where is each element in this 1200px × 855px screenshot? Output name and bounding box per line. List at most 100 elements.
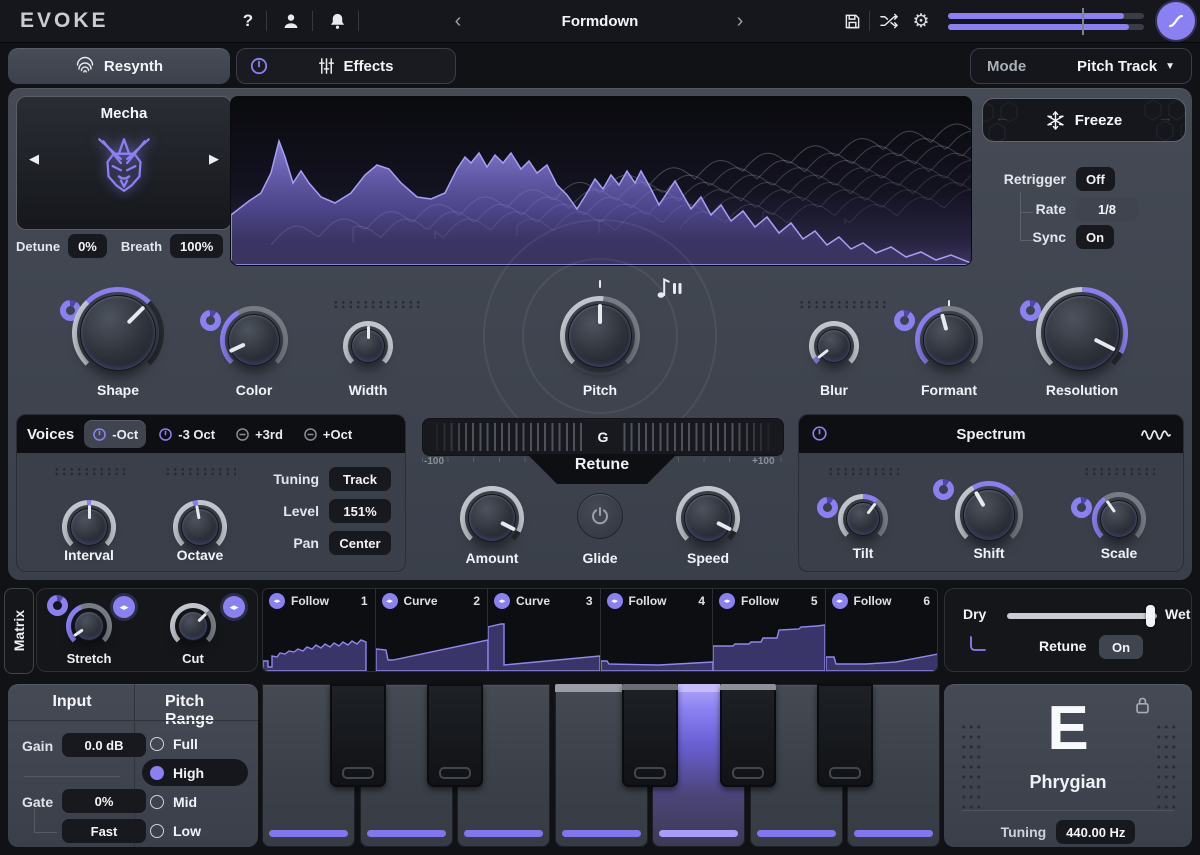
- voice-tab-plus-oct[interactable]: +Oct: [295, 420, 360, 448]
- key-indicator: [269, 830, 348, 837]
- pan-label: Pan: [293, 535, 319, 551]
- matrix-tab[interactable]: Matrix: [4, 588, 34, 674]
- help-button[interactable]: ?: [238, 0, 258, 42]
- level-value[interactable]: 151%: [329, 499, 391, 523]
- mod-slot-6[interactable]: ◂▸Follow6: [826, 589, 938, 671]
- stretch-mod-indicator[interactable]: [47, 595, 68, 616]
- key-C-sharp[interactable]: [330, 684, 386, 787]
- meter-marker: [1082, 8, 1084, 35]
- preset-prev-arrow[interactable]: ◀: [29, 151, 39, 167]
- tilt-knob[interactable]: [838, 494, 888, 544]
- preset-name[interactable]: Formdown: [500, 0, 700, 42]
- bipolar-arrows-icon[interactable]: ◂▸: [607, 593, 623, 609]
- preset-next-button[interactable]: ›: [730, 0, 750, 42]
- soft-clip-button[interactable]: [1157, 2, 1195, 40]
- save-icon[interactable]: [840, 0, 864, 42]
- detune-value[interactable]: 0%: [68, 234, 107, 258]
- slot-graph: [488, 613, 600, 671]
- settings-gear-icon[interactable]: ⚙: [908, 0, 934, 42]
- scale-name[interactable]: Phrygian: [944, 772, 1192, 793]
- voice-tab-plus-3rd[interactable]: +3rd: [227, 420, 291, 448]
- amount-knob[interactable]: [460, 486, 524, 550]
- tab-resynth[interactable]: Resynth: [8, 48, 230, 84]
- bipolar-arrows-icon[interactable]: ◂▸: [832, 593, 848, 609]
- pan-value[interactable]: Center: [329, 531, 391, 555]
- tab-effects[interactable]: Effects: [236, 48, 456, 84]
- bell-icon[interactable]: [324, 0, 350, 42]
- output-level-meter[interactable]: [948, 13, 1144, 30]
- preset-next-arrow[interactable]: ▶: [209, 151, 219, 167]
- gate-value[interactable]: 0%: [62, 789, 146, 813]
- key-G-sharp[interactable]: [720, 684, 776, 787]
- breath-value[interactable]: 100%: [170, 234, 223, 258]
- resolution-label: Resolution: [1046, 382, 1118, 398]
- formant-knob[interactable]: [915, 306, 983, 374]
- bipolar-arrows-icon[interactable]: ◂▸: [382, 593, 398, 609]
- dry-wet-handle[interactable]: [1146, 605, 1155, 627]
- mod-slot-4[interactable]: ◂▸Follow4: [601, 589, 713, 671]
- root-note[interactable]: E: [944, 698, 1192, 760]
- account-icon[interactable]: [278, 0, 304, 42]
- pitch-range-option-full[interactable]: Full: [142, 730, 248, 757]
- pitch-range-option-high[interactable]: High: [142, 759, 248, 786]
- divider: [962, 810, 1174, 811]
- freeze-label: Freeze: [1075, 112, 1123, 129]
- slot-name: Follow: [854, 594, 892, 608]
- tuning-value[interactable]: 440.00 Hz: [1056, 820, 1135, 844]
- sync-label: Sync: [982, 229, 1066, 245]
- bipolar-arrows-icon[interactable]: ◂▸: [269, 593, 285, 609]
- cut-knob[interactable]: [170, 603, 216, 649]
- key-D-sharp[interactable]: [427, 684, 483, 787]
- shuffle-icon[interactable]: [876, 0, 902, 42]
- pitch-range-option-low[interactable]: Low: [142, 817, 248, 844]
- color-knob[interactable]: [220, 306, 288, 374]
- cut-bipolar-button[interactable]: ◂▸: [223, 596, 245, 618]
- stretch-knob[interactable]: [66, 603, 112, 649]
- width-knob[interactable]: [343, 321, 393, 371]
- slot-name: Curve: [404, 594, 438, 608]
- key-A-sharp[interactable]: [817, 684, 873, 787]
- sync-toggle[interactable]: On: [1076, 225, 1114, 249]
- retrigger-toggle[interactable]: Off: [1076, 167, 1115, 191]
- interval-knob[interactable]: [62, 500, 116, 554]
- shape-knob[interactable]: [72, 287, 164, 379]
- key-scale-panel: E Phrygian Tuning 440.00 Hz: [944, 684, 1192, 847]
- bipolar-arrows-icon[interactable]: ◂▸: [494, 593, 510, 609]
- interval-label: Interval: [64, 547, 114, 563]
- mode-dropdown[interactable]: Mode Pitch Track ▼: [970, 48, 1192, 84]
- glide-power-button[interactable]: [577, 493, 623, 539]
- rate-value[interactable]: 1/8: [1076, 197, 1138, 221]
- scale-knob[interactable]: [1092, 492, 1146, 546]
- voice-tab-minus-3oct[interactable]: -3 Oct: [150, 420, 223, 448]
- tuning-value[interactable]: Track: [329, 467, 391, 491]
- retune-toggle[interactable]: On: [1099, 635, 1143, 659]
- resolution-knob[interactable]: [1036, 287, 1128, 379]
- pitch-knob[interactable]: [560, 296, 640, 376]
- preset-prev-button[interactable]: ‹: [448, 0, 468, 42]
- freeze-button[interactable]: ← → Freeze: [982, 98, 1186, 142]
- key-F-sharp[interactable]: [622, 684, 678, 787]
- spectrum-power-icon[interactable]: [811, 425, 828, 442]
- evoke-logo: EVOKE: [20, 9, 109, 33]
- spectrum-display[interactable]: [230, 96, 972, 266]
- pitch-range-option-mid[interactable]: Mid: [142, 788, 248, 815]
- dry-wet-slider[interactable]: [1007, 613, 1157, 619]
- speed-knob[interactable]: [676, 486, 740, 550]
- voice-tab-minus-oct[interactable]: -Oct: [84, 420, 146, 448]
- mod-slot-3[interactable]: ◂▸Curve3: [488, 589, 600, 671]
- mod-slot-1[interactable]: ◂▸Follow1: [263, 589, 375, 671]
- shift-knob[interactable]: [955, 481, 1023, 549]
- blur-knob[interactable]: [809, 321, 859, 371]
- stretch-bipolar-button[interactable]: ◂▸: [113, 596, 135, 618]
- gate-speed-value[interactable]: Fast: [62, 819, 146, 843]
- mod-slot-2[interactable]: ◂▸Curve2: [376, 589, 488, 671]
- octave-knob[interactable]: [173, 500, 227, 554]
- retune-ruler[interactable]: G: [422, 418, 784, 456]
- resynth-main-panel: Mecha ◀ ▶ Detune 0% Breath 100%: [8, 88, 1192, 580]
- gain-gate-divider: [24, 776, 120, 777]
- gain-value[interactable]: 0.0 dB: [62, 733, 146, 757]
- bipolar-arrows-icon[interactable]: ◂▸: [719, 593, 735, 609]
- mod-slot-5[interactable]: ◂▸Follow5: [713, 589, 825, 671]
- preset-browser[interactable]: Mecha ◀ ▶: [16, 96, 232, 230]
- effects-power-icon[interactable]: [249, 56, 269, 76]
